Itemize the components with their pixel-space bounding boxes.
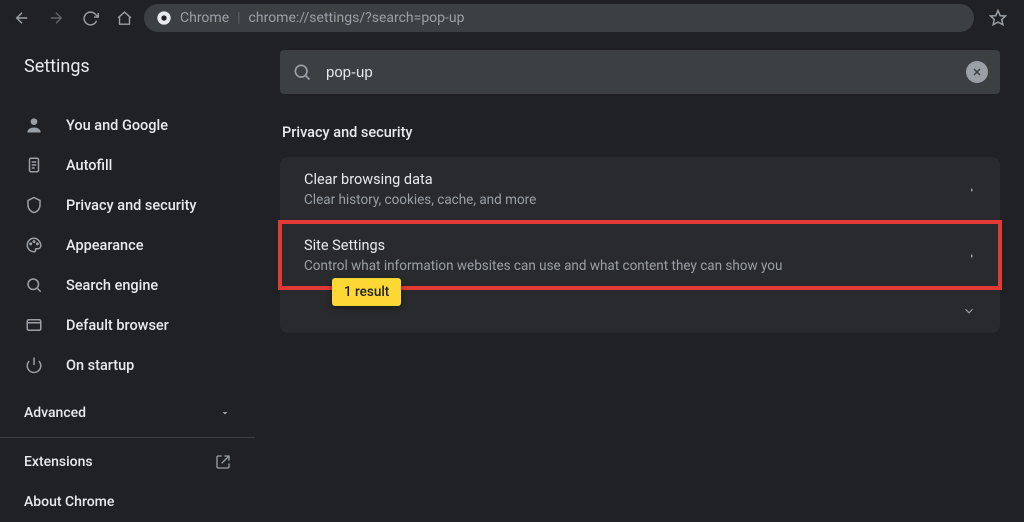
sidebar-item-autofill[interactable]: Autofill <box>0 145 255 185</box>
bookmark-button[interactable] <box>980 9 1016 27</box>
omnibox-url: chrome://settings/?search=pop-up <box>249 10 465 26</box>
row-subtitle: Control what information websites can us… <box>304 258 782 274</box>
sidebar-item-on-startup[interactable]: On startup <box>0 345 255 385</box>
chevron-right-icon <box>968 250 976 262</box>
chevron-down-icon <box>219 407 231 419</box>
sidebar-item-label: Autofill <box>66 157 112 174</box>
sidebar-item-appearance[interactable]: Appearance <box>0 225 255 265</box>
settings-search-input[interactable] <box>326 64 952 81</box>
sidebar-item-label: On startup <box>66 357 134 374</box>
settings-search-bar[interactable] <box>280 50 1000 94</box>
sidebar-item-label: Search engine <box>66 277 158 294</box>
home-button[interactable] <box>110 4 138 32</box>
search-icon <box>292 62 312 82</box>
search-icon <box>24 275 44 295</box>
forward-button[interactable] <box>42 4 70 32</box>
sidebar-extensions[interactable]: Extensions <box>0 442 255 482</box>
shield-icon <box>24 195 44 215</box>
sidebar-item-privacy[interactable]: Privacy and security <box>0 185 255 225</box>
arrow-right-icon <box>47 9 65 27</box>
chrome-logo-icon <box>156 10 172 26</box>
divider <box>0 437 255 438</box>
sidebar-item-default-browser[interactable]: Default browser <box>0 305 255 345</box>
extensions-label: Extensions <box>24 454 93 470</box>
sidebar-item-search-engine[interactable]: Search engine <box>0 265 255 305</box>
settings-sidebar: Settings You and Google Autofill Privacy… <box>0 36 256 522</box>
sidebar-about-chrome[interactable]: About Chrome <box>0 482 255 522</box>
person-icon <box>24 115 44 135</box>
row-site-settings[interactable]: Site Settings Control what information w… <box>280 222 1000 288</box>
back-button[interactable] <box>8 4 36 32</box>
search-result-badge: 1 result <box>332 278 401 306</box>
sidebar-item-label: You and Google <box>66 117 168 134</box>
omnibox-separator: | <box>237 10 240 26</box>
row-subtitle: Clear history, cookies, cache, and more <box>304 192 536 208</box>
arrow-left-icon <box>13 9 31 27</box>
clipboard-icon <box>24 155 44 175</box>
palette-icon <box>24 235 44 255</box>
open-in-new-icon <box>215 454 231 470</box>
sidebar-item-you-and-google[interactable]: You and Google <box>0 105 255 145</box>
sidebar-item-label: Appearance <box>66 237 143 254</box>
power-icon <box>24 355 44 375</box>
section-heading-privacy: Privacy and security <box>282 124 1000 141</box>
page-title: Settings <box>0 56 255 105</box>
row-clear-browsing-data[interactable]: Clear browsing data Clear history, cooki… <box>280 157 1000 222</box>
address-bar[interactable]: Chrome | chrome://settings/?search=pop-u… <box>144 4 974 32</box>
star-icon <box>989 9 1007 27</box>
advanced-label: Advanced <box>24 405 86 421</box>
sidebar-advanced-toggle[interactable]: Advanced <box>0 393 255 433</box>
about-label: About Chrome <box>24 494 114 510</box>
settings-main: Privacy and security Clear browsing data… <box>256 36 1024 522</box>
reload-icon <box>82 10 99 27</box>
browser-toolbar: Chrome | chrome://settings/?search=pop-u… <box>0 0 1024 36</box>
clear-search-button[interactable] <box>966 61 988 83</box>
sidebar-item-label: Default browser <box>66 317 169 334</box>
chevron-right-icon <box>968 184 976 196</box>
close-icon <box>971 66 983 78</box>
omnibox-chrome-label: Chrome <box>180 10 229 26</box>
home-icon <box>116 10 133 27</box>
chevron-down-icon <box>962 304 976 318</box>
sidebar-item-label: Privacy and security <box>66 197 197 214</box>
reload-button[interactable] <box>76 4 104 32</box>
browser-icon <box>24 315 44 335</box>
row-title: Clear browsing data <box>304 171 536 188</box>
row-title: Site Settings <box>304 237 782 254</box>
settings-card-list: Clear browsing data Clear history, cooki… <box>280 157 1000 333</box>
